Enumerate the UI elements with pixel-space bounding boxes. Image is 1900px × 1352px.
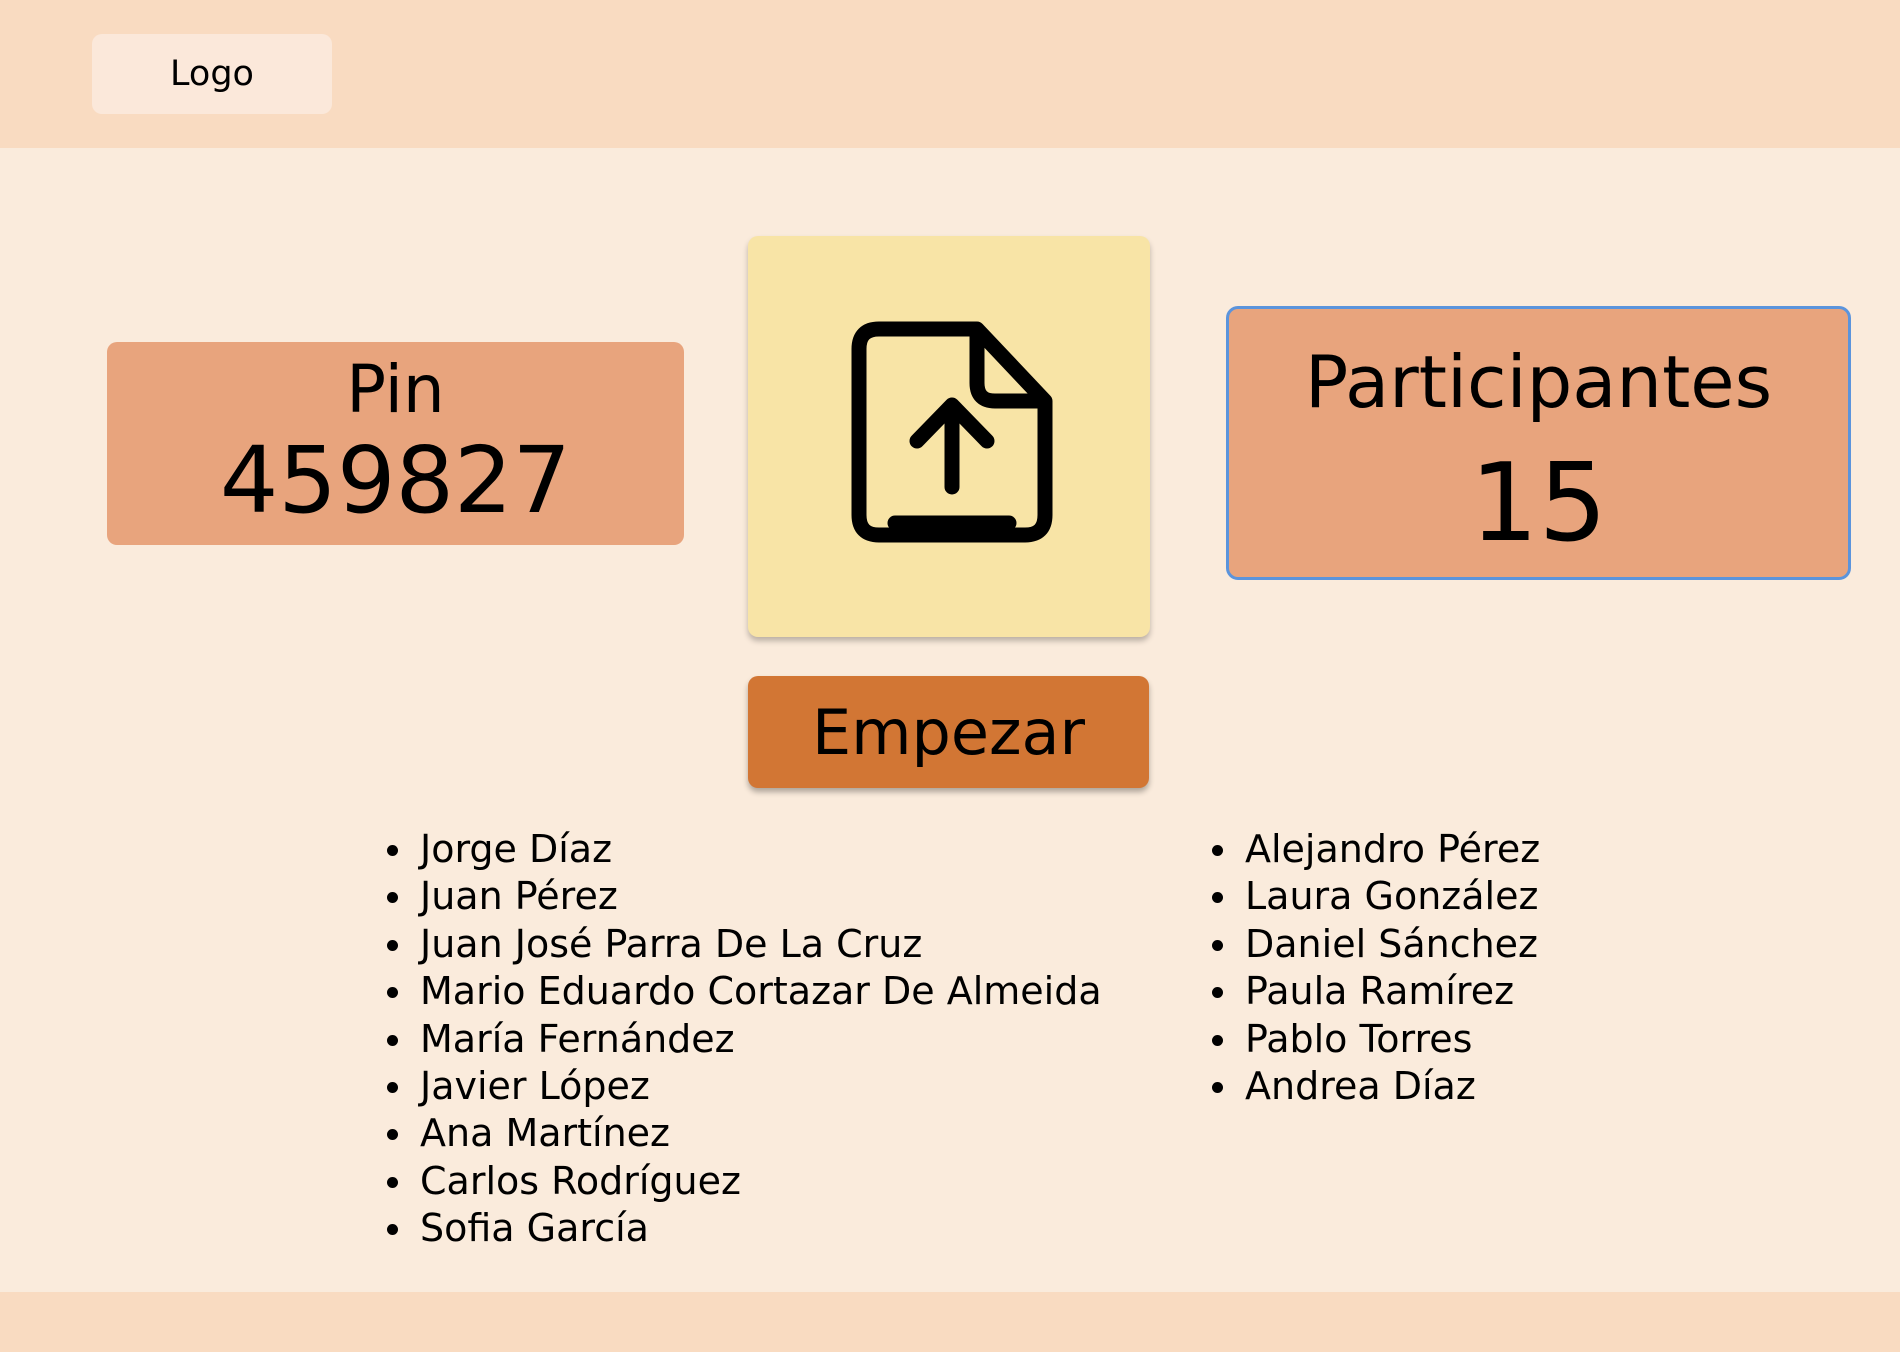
list-item: Paula Ramírez	[1211, 968, 1540, 1015]
top-bar: Logo	[0, 0, 1900, 148]
footer-bar	[0, 1292, 1900, 1352]
list-item: Sofia García	[387, 1205, 1102, 1252]
participant-list-left: Jorge Díaz Juan Pérez Juan José Parra De…	[387, 826, 1102, 1253]
list-item: Daniel Sánchez	[1211, 921, 1540, 968]
list-item: Ana Martínez	[387, 1110, 1102, 1157]
logo[interactable]: Logo	[92, 34, 332, 114]
list-item: Carlos Rodríguez	[387, 1158, 1102, 1205]
participants-card[interactable]: Participantes 15	[1226, 306, 1851, 580]
list-item: Javier López	[387, 1063, 1102, 1110]
pin-card: Pin 459827	[107, 342, 684, 545]
list-item: Juan Pérez	[387, 873, 1102, 920]
list-item: Laura González	[1211, 873, 1540, 920]
list-item: Mario Eduardo Cortazar De Almeida	[387, 968, 1102, 1015]
pin-value: 459827	[219, 427, 572, 534]
start-button[interactable]: Empezar	[748, 676, 1149, 788]
upload-file-button[interactable]	[748, 236, 1150, 637]
participant-list-right: Alejandro Pérez Laura González Daniel Sá…	[1211, 826, 1540, 1110]
participants-count: 15	[1469, 441, 1608, 566]
list-item: Andrea Díaz	[1211, 1063, 1540, 1110]
participants-title: Participantes	[1304, 340, 1773, 424]
list-item: María Fernández	[387, 1016, 1102, 1063]
list-item: Alejandro Pérez	[1211, 826, 1540, 873]
list-item: Jorge Díaz	[387, 826, 1102, 873]
file-upload-icon	[851, 321, 1053, 542]
list-item: Pablo Torres	[1211, 1016, 1540, 1063]
pin-title: Pin	[346, 351, 445, 428]
list-item: Juan José Parra De La Cruz	[387, 921, 1102, 968]
